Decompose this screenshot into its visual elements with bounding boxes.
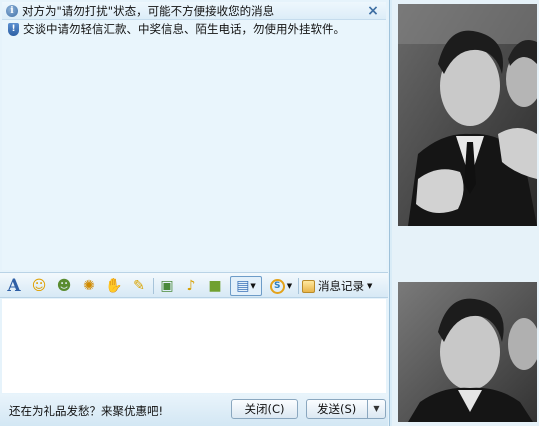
message-history[interactable]: ! 交谈中请勿轻信汇款、中奖信息、陌生电话，勿使用外挂软件。 [2, 20, 386, 270]
security-notice-text: 交谈中请勿轻信汇款、中奖信息、陌生电话，勿使用外挂软件。 [23, 22, 345, 36]
message-history-dropdown-icon: ▼ [367, 282, 373, 290]
notice-bar: i 对方为"请勿打扰"状态，可能不方便接收您的消息 × [2, 2, 386, 20]
dnd-notice-text: 对方为"请勿打扰"状态，可能不方便接收您的消息 [22, 4, 275, 18]
input-toolbar: A ☺ ☻ ✺ ✋ ✎ ▣ ♪ ■ ▤ ▼ S ▼ 消息记录 ▼ [0, 272, 388, 298]
payment-icon: S [269, 278, 285, 294]
bottom-bar: 还在为礼品发愁？来聚优惠吧! 关闭(C) 发送(S) ▼ [0, 394, 388, 426]
send-options-dropdown-icon[interactable]: ▼ [367, 400, 385, 418]
self-avatar-photo [398, 282, 537, 422]
message-history-icon [302, 279, 315, 293]
toolbar-divider [298, 278, 299, 294]
promo-link[interactable]: 还在为礼品发愁？来聚优惠吧! [9, 403, 163, 419]
message-input[interactable] [2, 299, 386, 393]
message-history-button[interactable]: 消息记录 ▼ [302, 277, 384, 295]
payment-dropdown-icon: ▼ [286, 282, 293, 290]
close-button[interactable]: 关闭(C) [231, 399, 298, 419]
info-icon: i [6, 5, 18, 17]
payment-button[interactable]: S ▼ [266, 277, 296, 295]
message-history-label: 消息记录 [318, 279, 364, 293]
contact-side-panel [392, 0, 539, 426]
shake-window-icon[interactable]: ✺ [80, 277, 98, 295]
send-image-icon[interactable]: ▣ [158, 277, 176, 295]
shield-icon: ! [8, 22, 19, 36]
dnd-notice: i 对方为"请勿打扰"状态，可能不方便接收您的消息 [6, 2, 274, 20]
gift-icon[interactable]: ■ [206, 277, 224, 295]
music-icon[interactable]: ♪ [182, 277, 200, 295]
screenshot-button[interactable]: ▤ ▼ [230, 276, 262, 296]
send-button[interactable]: 发送(S) ▼ [306, 399, 386, 419]
toolbar-divider [153, 278, 154, 294]
screenshot-icon: ▤ [236, 278, 250, 294]
emoticon-icon[interactable]: ☺ [30, 277, 48, 295]
screenshot-dropdown-icon: ▼ [250, 282, 256, 290]
send-button-label: 发送(S) [317, 402, 357, 416]
security-notice: ! 交谈中请勿轻信汇款、中奖信息、陌生电话，勿使用外挂软件。 [8, 20, 345, 38]
magic-emoticon-icon[interactable]: ☻ [55, 277, 73, 295]
scribble-icon[interactable]: ✎ [130, 277, 148, 295]
chat-pane: i 对方为"请勿打扰"状态，可能不方便接收您的消息 × ! 交谈中请勿轻信汇款、… [0, 0, 390, 426]
close-notice-icon[interactable]: × [366, 4, 380, 18]
font-icon[interactable]: A [5, 277, 23, 295]
voice-message-icon[interactable]: ✋ [105, 277, 123, 295]
contact-avatar-photo [398, 4, 537, 226]
